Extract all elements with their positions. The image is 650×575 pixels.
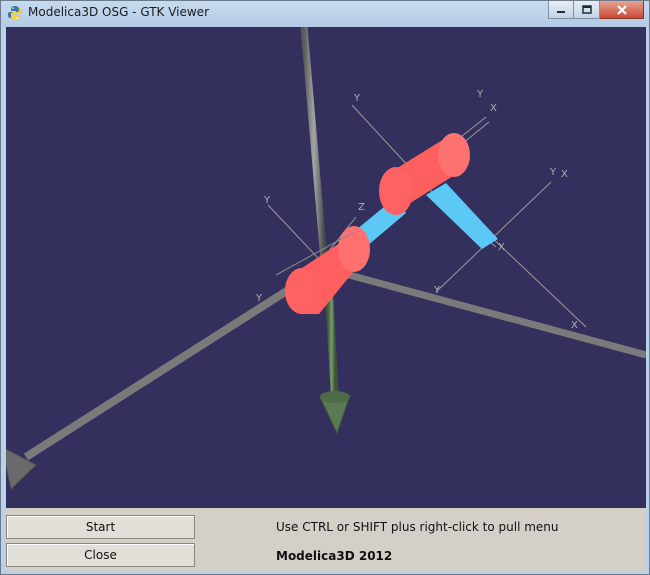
axis-label: Y xyxy=(549,167,557,178)
axis-label: Y xyxy=(263,195,271,206)
python-icon xyxy=(7,5,23,21)
minimize-button[interactable] xyxy=(548,1,574,19)
axis-label: X xyxy=(561,169,568,180)
minimize-icon xyxy=(556,0,566,19)
close-button[interactable]: Close xyxy=(6,543,195,567)
joint-cylinder-lower xyxy=(285,226,370,314)
close-window-button[interactable] xyxy=(600,1,644,19)
app-window: Modelica3D OSG - GTK Viewer Y Y X X Y X … xyxy=(0,0,650,575)
osg-3d-viewport[interactable]: Y Y X X Y X Y Z Y X Y xyxy=(1,26,647,508)
window-title: Modelica3D OSG - GTK Viewer xyxy=(28,5,210,19)
brand-label: Modelica3D 2012 xyxy=(276,549,393,563)
maximize-icon xyxy=(581,0,592,19)
maximize-button[interactable] xyxy=(574,1,600,19)
hint-text: Use CTRL or SHIFT plus right-click to pu… xyxy=(276,520,559,534)
axis-label: Y xyxy=(476,89,484,100)
close-icon xyxy=(616,0,628,19)
axis-label: Y xyxy=(353,93,361,104)
axis-label: X xyxy=(498,242,505,253)
axis-label: X xyxy=(571,320,578,331)
scene-svg: Y Y X X Y X Y Z Y X Y xyxy=(1,26,647,490)
window-controls xyxy=(548,1,644,20)
control-panel: Start Close Use CTRL or SHIFT plus right… xyxy=(6,508,646,571)
title-bar[interactable]: Modelica3D OSG - GTK Viewer xyxy=(1,1,649,27)
axis-label: X xyxy=(490,103,497,114)
axis-label: Z xyxy=(358,202,365,213)
start-button[interactable]: Start xyxy=(6,515,195,539)
